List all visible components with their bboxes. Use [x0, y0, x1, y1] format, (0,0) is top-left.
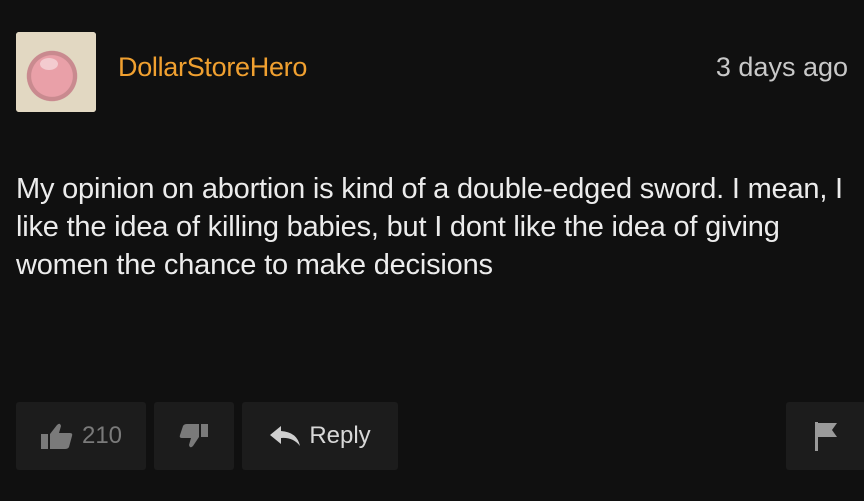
reply-arrow-icon [269, 425, 301, 447]
avatar-image [16, 32, 96, 112]
reply-button[interactable]: Reply [242, 402, 398, 470]
dislike-button[interactable] [154, 402, 234, 470]
like-button[interactable]: 210 [16, 402, 146, 470]
thumbs-down-icon [179, 423, 209, 449]
comment-card: DollarStoreHero 3 days ago My opinion on… [0, 0, 864, 501]
comment-timestamp: 3 days ago [715, 52, 848, 82]
thumbs-up-icon [40, 422, 74, 450]
reply-label: Reply [309, 422, 371, 449]
flag-icon [813, 420, 839, 452]
avatar-highlight [40, 58, 58, 70]
like-count: 210 [81, 422, 123, 449]
comment-body: My opinion on abortion is kind of a doub… [16, 173, 843, 281]
flag-button[interactable] [786, 402, 864, 470]
username-link[interactable]: DollarStoreHero [118, 52, 307, 83]
avatar[interactable] [16, 32, 96, 112]
